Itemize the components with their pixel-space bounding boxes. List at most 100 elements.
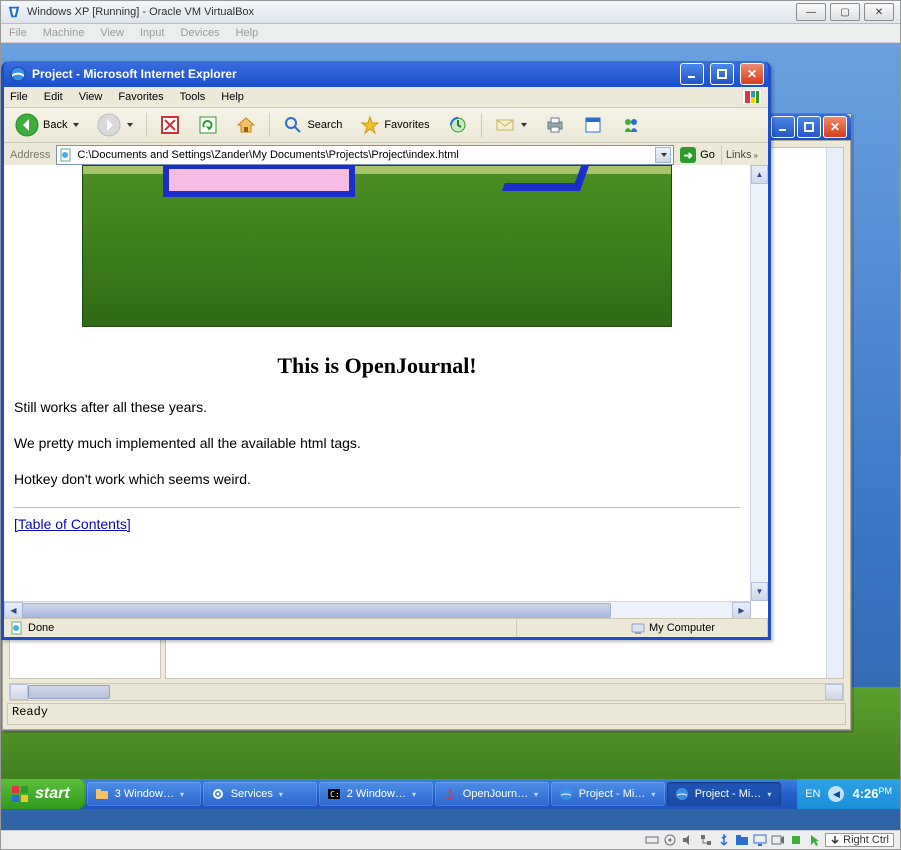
vb-minimize-button[interactable]: — bbox=[796, 3, 826, 21]
system-tray[interactable]: EN ◀ 4:26PM bbox=[797, 779, 900, 809]
ie-icon bbox=[675, 787, 689, 801]
ie-titlebar[interactable]: Project - Microsoft Internet Explorer ✕ bbox=[4, 61, 768, 87]
scroll-left-button[interactable]: ◀ bbox=[4, 602, 23, 619]
search-button[interactable]: Search bbox=[278, 112, 347, 138]
page-hero-image bbox=[82, 165, 672, 327]
bg-vscrollbar[interactable] bbox=[826, 148, 843, 678]
vb-menu-input[interactable]: Input bbox=[140, 27, 164, 39]
taskbar-item-label: 2 Window… bbox=[347, 788, 406, 800]
ie-statusbar: Done My Computer bbox=[4, 618, 768, 637]
favorites-button[interactable]: Favorites bbox=[355, 112, 434, 138]
home-icon bbox=[236, 115, 256, 135]
ie-hscrollbar[interactable]: ◀ ▶ bbox=[4, 601, 751, 619]
forward-button[interactable] bbox=[92, 110, 138, 140]
taskbar-item-label: Project - Mi… bbox=[695, 788, 762, 800]
ie-menu-tools[interactable]: Tools bbox=[180, 91, 206, 103]
scroll-right-button[interactable]: ▶ bbox=[732, 602, 751, 619]
ie-minimize-button[interactable] bbox=[680, 63, 704, 85]
taskbar-item[interactable]: OpenJourn…▾ bbox=[435, 782, 549, 806]
virtualbox-icon bbox=[7, 5, 21, 19]
ie-menu-file[interactable]: File bbox=[10, 91, 28, 103]
ie-menu-edit[interactable]: Edit bbox=[44, 91, 63, 103]
chevron-down-icon bbox=[661, 153, 667, 157]
recording-icon bbox=[771, 833, 785, 847]
messenger-button[interactable] bbox=[616, 112, 646, 138]
taskbar-item[interactable]: Project - Mi…▾ bbox=[551, 782, 665, 806]
taskbar-item[interactable]: Services▾ bbox=[203, 782, 317, 806]
page-icon bbox=[59, 148, 73, 162]
mouse-icon bbox=[807, 833, 821, 847]
guest-desktop: ✕ Ready Project - Microsoft Internet Exp… bbox=[1, 43, 900, 831]
tray-lang[interactable]: EN bbox=[805, 788, 820, 800]
scroll-up-button[interactable]: ▲ bbox=[751, 165, 768, 184]
bg-minimize-button[interactable] bbox=[771, 116, 795, 138]
taskbar-item-label: Services bbox=[231, 788, 273, 800]
vb-titlebar: Windows XP [Running] - Oracle VM Virtual… bbox=[1, 1, 900, 24]
bg-maximize-button[interactable] bbox=[797, 116, 821, 138]
bg-hscroll-thumb[interactable] bbox=[28, 685, 110, 699]
scroll-down-button[interactable]: ▼ bbox=[751, 582, 768, 601]
go-button[interactable]: ➜ Go bbox=[680, 147, 715, 163]
chevron-down-icon bbox=[73, 123, 79, 127]
stop-button[interactable] bbox=[155, 112, 185, 138]
ie-title: Project - Microsoft Internet Explorer bbox=[32, 67, 674, 81]
bg-hscrollbar[interactable] bbox=[9, 683, 844, 701]
page-paragraph: We pretty much implemented all the avail… bbox=[14, 435, 750, 451]
mail-button[interactable] bbox=[490, 112, 532, 138]
ie-maximize-button[interactable] bbox=[710, 63, 734, 85]
address-input[interactable]: C:\Documents and Settings\Zander\My Docu… bbox=[56, 145, 674, 165]
toc-link[interactable]: [Table of Contents] bbox=[14, 516, 131, 532]
page-document[interactable]: This is OpenJournal! Still works after a… bbox=[4, 165, 750, 601]
ie-icon bbox=[559, 787, 573, 801]
tray-expand-icon[interactable]: ◀ bbox=[828, 786, 844, 802]
stop-icon bbox=[160, 115, 180, 135]
go-arrow-icon: ➜ bbox=[680, 147, 696, 163]
virtualbox-window: Windows XP [Running] - Oracle VM Virtual… bbox=[0, 0, 901, 850]
ie-close-button[interactable]: ✕ bbox=[740, 63, 764, 85]
ie-vscrollbar[interactable]: ▲ ▼ bbox=[750, 165, 768, 601]
taskbar-item[interactable]: C:2 Window…▾ bbox=[319, 782, 433, 806]
host-key-indicator[interactable]: Right Ctrl bbox=[825, 833, 894, 847]
address-value: C:\Documents and Settings\Zander\My Docu… bbox=[77, 149, 651, 161]
edit-button[interactable] bbox=[578, 112, 608, 138]
hscroll-thumb[interactable] bbox=[22, 603, 611, 618]
taskbar-item[interactable]: 3 Window…▾ bbox=[87, 782, 201, 806]
back-button[interactable]: Back bbox=[10, 110, 84, 140]
bg-statusbar: Ready bbox=[7, 703, 846, 725]
links-toolbar[interactable]: Links » bbox=[721, 146, 762, 164]
taskbar-item[interactable]: Project - Mi…▾ bbox=[667, 782, 781, 806]
vb-menubar: File Machine View Input Devices Help bbox=[1, 24, 900, 43]
messenger-icon bbox=[621, 115, 641, 135]
chevron-down-icon bbox=[127, 123, 133, 127]
ie-menu-view[interactable]: View bbox=[79, 91, 103, 103]
history-button[interactable] bbox=[443, 112, 473, 138]
print-button[interactable] bbox=[540, 112, 570, 138]
vb-menu-view[interactable]: View bbox=[100, 27, 124, 39]
vb-menu-devices[interactable]: Devices bbox=[180, 27, 219, 39]
vb-maximize-button[interactable]: ▢ bbox=[830, 3, 860, 21]
vb-menu-file[interactable]: File bbox=[9, 27, 27, 39]
page-icon bbox=[10, 621, 24, 635]
ie-menu-help[interactable]: Help bbox=[221, 91, 244, 103]
refresh-button[interactable] bbox=[193, 112, 223, 138]
status-text: Done bbox=[28, 622, 54, 634]
ie-menu-favorites[interactable]: Favorites bbox=[118, 91, 163, 103]
tray-clock[interactable]: 4:26PM bbox=[852, 787, 892, 801]
vb-statusbar: Right Ctrl bbox=[1, 830, 900, 849]
taskbar: start 3 Window…▾Services▾C:2 Window…▾Ope… bbox=[1, 779, 900, 809]
home-button[interactable] bbox=[231, 112, 261, 138]
ie-icon bbox=[10, 66, 26, 82]
address-dropdown[interactable] bbox=[655, 147, 671, 163]
windows-logo-icon bbox=[11, 785, 29, 803]
hdd-icon bbox=[645, 833, 659, 847]
java-icon bbox=[443, 787, 457, 801]
vb-close-button[interactable]: ✕ bbox=[864, 3, 894, 21]
vb-menu-help[interactable]: Help bbox=[236, 27, 259, 39]
vb-menu-machine[interactable]: Machine bbox=[43, 27, 85, 39]
start-button[interactable]: start bbox=[1, 779, 86, 809]
taskbar-item-label: 3 Window… bbox=[115, 788, 174, 800]
ie-window[interactable]: Project - Microsoft Internet Explorer ✕ … bbox=[1, 61, 771, 640]
taskbar-item-label: Project - Mi… bbox=[579, 788, 646, 800]
bg-close-button[interactable]: ✕ bbox=[823, 116, 847, 138]
cmd-icon: C: bbox=[327, 787, 341, 801]
